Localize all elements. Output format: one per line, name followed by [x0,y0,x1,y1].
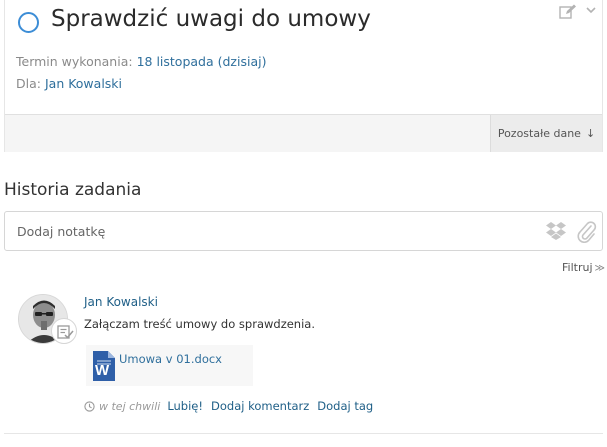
task-header: Sprawdzić uwagi do umowy Termin wykonani… [5,0,602,114]
task-footer: Pozostałe dane ↓ [5,114,602,152]
svg-text:W: W [95,362,110,379]
comment-actions: w tej chwili Lubię! Dodaj komentarz Doda… [84,399,381,413]
add-note-input[interactable] [17,212,517,250]
history-title: Historia zadania [4,180,142,200]
due-date-value[interactable]: 18 listopada (dzisiaj) [137,54,267,69]
edit-icon[interactable] [559,4,577,20]
task-note-badge [51,318,77,344]
comment-text: Załączam treść umowy do sprawdzenia. [84,317,315,331]
due-date-row: Termin wykonania: 18 listopada (dzisiaj) [16,54,266,69]
add-tag-button[interactable]: Dodaj tag [317,399,373,413]
assignee-row: Dla: Jan Kowalski [16,76,122,91]
more-data-button[interactable]: Pozostałe dane ↓ [490,115,602,152]
dropbox-icon[interactable] [545,221,567,241]
divider [4,433,603,434]
comment-time: w tej chwili [99,399,161,413]
attachment-name: Umowa v 01.docx [119,352,222,366]
assignee-value[interactable]: Jan Kowalski [45,76,122,91]
comment-author[interactable]: Jan Kowalski [84,295,158,309]
paperclip-icon[interactable] [577,221,597,243]
task-card: Sprawdzić uwagi do umowy Termin wykonani… [4,0,603,152]
filter-label: Filtruj [562,261,593,274]
due-date-label: Termin wykonania: [16,54,133,69]
note-box [4,211,603,251]
chevron-down-icon: ≫ [594,263,605,274]
like-button[interactable]: Lubię! [167,399,203,413]
add-comment-button[interactable]: Dodaj komentarz [211,399,309,413]
complete-task-checkbox[interactable] [18,12,39,33]
more-icon[interactable] [583,2,599,18]
more-data-label: Pozostałe dane [497,127,581,140]
arrow-down-icon: ↓ [585,127,596,140]
assignee-label: Dla: [16,76,41,91]
word-doc-icon: W [93,351,115,381]
task-title: Sprawdzić uwagi do umowy [51,6,371,32]
clock-icon [84,400,95,412]
filter-button[interactable]: Filtruj ≫ [562,261,605,274]
attachment-item[interactable]: W Umowa v 01.docx [86,345,253,386]
checklist-icon [57,325,74,339]
